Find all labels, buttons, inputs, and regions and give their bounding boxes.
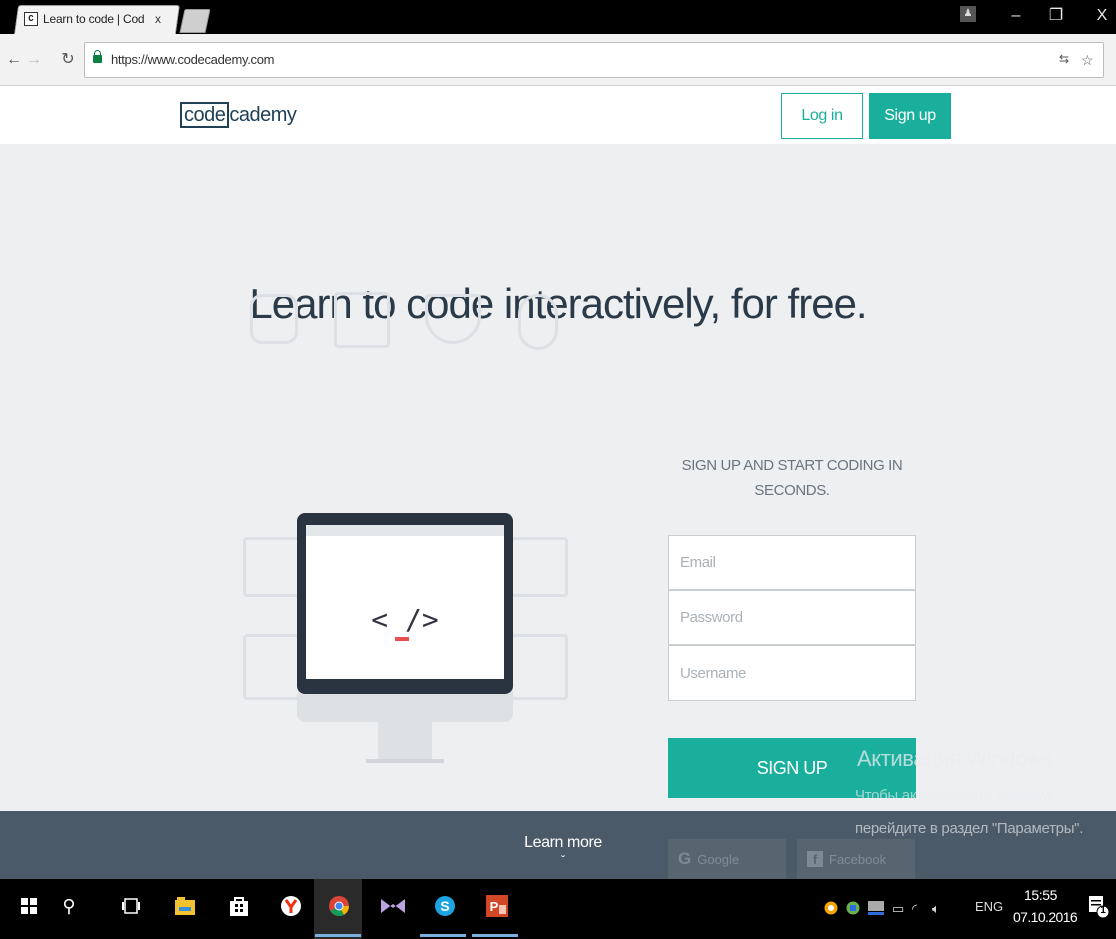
email-field[interactable]: Email — [668, 535, 916, 590]
faded-box-left-bottom — [243, 634, 301, 700]
volume-icon[interactable]: 🔈︎ — [932, 901, 940, 917]
signup-form-title: SIGN UP AND START CODING IN SECONDS. — [681, 457, 903, 499]
windows-taskbar: ⚲ S P ▭ ◜ 🔈︎ ENG 15:55 07.10.2016 1 — [0, 879, 1116, 939]
windows-start-icon[interactable] — [16, 893, 42, 919]
wifi-icon[interactable]: ◜ — [912, 901, 917, 917]
close-window-button[interactable]: X — [1090, 6, 1114, 26]
activation-watermark-title: Активация Windows — [857, 746, 1053, 771]
faded-box-left-top — [243, 537, 301, 597]
chevron-down-icon[interactable]: ˇ — [0, 853, 1116, 867]
store-icon[interactable] — [226, 893, 252, 919]
tab-close-icon[interactable]: x — [155, 12, 161, 26]
powerpoint-icon[interactable]: P — [484, 893, 510, 919]
html-faded-icon — [334, 292, 390, 348]
username-field[interactable]: Username — [668, 645, 916, 701]
chrome-icon[interactable] — [326, 893, 352, 919]
password-field[interactable]: Password — [668, 590, 916, 645]
skype-icon[interactable]: S — [432, 893, 458, 919]
chrome-active-indicator — [315, 934, 361, 937]
tray-battery-icon[interactable]: ▭ — [892, 901, 904, 917]
code-cursor — [395, 637, 409, 641]
site-header: code cademy Log in Sign up — [0, 86, 1116, 144]
minimize-button[interactable]: – — [1004, 6, 1028, 26]
monitor-screen: < /> — [306, 525, 504, 679]
reload-icon[interactable]: ↻ — [58, 50, 78, 70]
address-bar[interactable]: https://www.codecademy.com ⇆ ☆ — [84, 42, 1104, 78]
ruby-faded-icon — [425, 294, 481, 344]
screen-title-bar — [306, 525, 504, 536]
phone-faded-icon — [518, 294, 558, 350]
url-text: https://www.codecademy.com — [111, 52, 275, 67]
google-icon: G — [678, 849, 692, 868]
translate-icon[interactable]: ⇆ — [1059, 52, 1069, 66]
codecademy-favicon-icon: C — [24, 12, 38, 26]
task-view-icon[interactable] — [118, 893, 144, 919]
forward-arrow-icon[interactable]: → — [24, 50, 44, 70]
language-indicator[interactable]: ENG — [975, 899, 1003, 914]
header-signup-button[interactable]: Sign up — [869, 93, 951, 139]
facebook-signup-button[interactable]: f Facebook — [797, 839, 915, 879]
google-label: Google — [697, 851, 740, 867]
faded-box-right-bottom — [510, 634, 568, 700]
codecademy-logo[interactable]: code cademy — [180, 102, 297, 128]
file-explorer-icon[interactable] — [172, 893, 198, 919]
tab-title: Learn to code | Cod — [43, 12, 145, 26]
title-bar: C Learn to code | Cod x ♟ – ❐ X — [0, 0, 1116, 34]
browser-toolbar: ← → ↻ https://www.codecademy.com ⇆ ☆ — [0, 34, 1116, 86]
monitor-stand — [378, 722, 432, 760]
activation-watermark-line1: Чтобы активировать Windows, — [855, 787, 1059, 804]
yandex-browser-icon[interactable] — [278, 893, 304, 919]
bookmark-star-icon[interactable]: ☆ — [1081, 52, 1094, 69]
svg-text:S: S — [440, 898, 449, 914]
tray-orange-app-icon[interactable] — [824, 901, 838, 918]
visual-studio-icon[interactable] — [380, 893, 406, 919]
python-faded-icon — [250, 294, 298, 344]
new-tab-button[interactable] — [179, 9, 211, 33]
notification-center-icon[interactable]: 1 — [1088, 895, 1110, 919]
code-symbol: < /> — [371, 603, 439, 636]
facebook-icon: f — [807, 851, 823, 867]
tray-security-icon[interactable] — [846, 901, 860, 918]
skype-active-indicator — [420, 934, 466, 937]
facebook-label: Facebook — [829, 851, 887, 867]
tray-network-device-icon[interactable] — [868, 901, 884, 918]
login-button[interactable]: Log in — [781, 93, 863, 139]
user-profile-icon[interactable]: ♟ — [960, 6, 976, 22]
monitor-foot — [366, 759, 444, 763]
google-signup-button[interactable]: G Google — [668, 839, 786, 879]
hero-headline: Learn to code interactively, for free. — [249, 280, 867, 327]
browser-tab-content[interactable]: C Learn to code | Cod x — [24, 8, 174, 30]
monitor-illustration: < /> — [297, 513, 513, 694]
monitor-chin — [297, 694, 513, 722]
faded-box-right-top — [510, 537, 568, 597]
back-arrow-icon[interactable]: ← — [4, 50, 24, 70]
logo-text: cademy — [229, 103, 297, 126]
restore-button[interactable]: ❐ — [1044, 6, 1068, 26]
svg-text:P: P — [490, 899, 499, 914]
search-icon[interactable]: ⚲ — [56, 893, 82, 919]
lock-icon — [93, 50, 102, 63]
clock-date[interactable]: 07.10.2016 — [1013, 909, 1078, 925]
logo-boxed-text: code — [180, 102, 230, 128]
activation-watermark-line2: перейдите в раздел "Параметры". — [855, 820, 1084, 837]
powerpoint-active-indicator — [472, 934, 518, 937]
notification-count: 1 — [1100, 905, 1106, 916]
hero-section: Learn to code interactively, for free. — [0, 144, 1116, 811]
clock-time[interactable]: 15:55 — [1024, 887, 1057, 903]
